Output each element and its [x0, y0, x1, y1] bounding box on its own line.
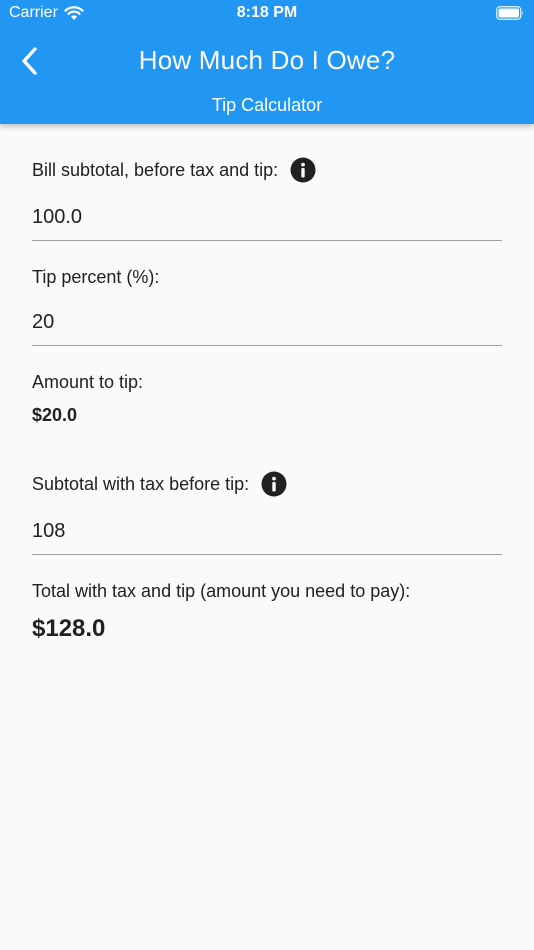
status-time: 8:18 PM [236, 4, 298, 21]
status-bar: Carrier 8:18 PM [0, 0, 534, 28]
bill-subtotal-label: Bill subtotal, before tax and tip: [32, 159, 279, 180]
bill-subtotal-label-row: Bill subtotal, before tax and tip: [32, 157, 316, 183]
page-title: How Much Do I Owe? [138, 45, 396, 75]
info-icon[interactable] [261, 471, 287, 497]
app-bar: Carrier 8:18 PM How Much Do I Owe? Tip C… [0, 0, 534, 124]
total-value: $128.0 [32, 615, 106, 642]
info-icon[interactable] [290, 157, 316, 183]
amount-to-tip-value: $20.0 [32, 405, 78, 425]
battery-icon [496, 6, 523, 20]
subtotal-with-tax-label: Subtotal with tax before tip: [32, 473, 250, 494]
page-subtitle: Tip Calculator [211, 95, 323, 115]
subtotal-with-tax-input[interactable]: 108 [32, 508, 502, 555]
tip-percent-input[interactable]: 20 [32, 299, 502, 346]
amount-to-tip-label: Amount to tip: [32, 372, 144, 392]
bill-subtotal-input[interactable]: 100.0 [32, 194, 502, 241]
tip-percent-label: Tip percent (%): [32, 267, 160, 287]
subtotal-with-tax-label-row: Subtotal with tax before tip: [32, 471, 287, 497]
total-label: Total with tax and tip (amount you need … [32, 581, 411, 601]
